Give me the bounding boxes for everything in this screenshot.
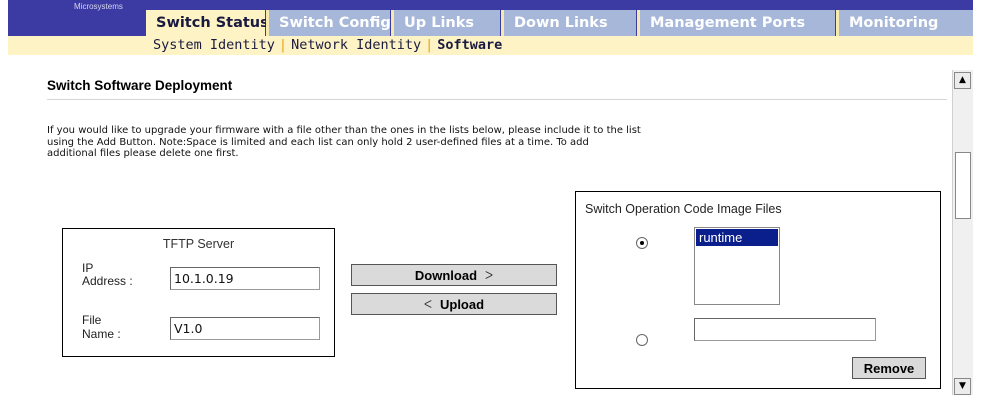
remove-button-label: Remove	[863, 360, 915, 376]
tab-switch-status[interactable]: Switch Status	[146, 10, 269, 36]
download-button-label: Download	[414, 267, 478, 283]
subnav-network-identity[interactable]: Network Identity	[291, 37, 421, 53]
scrollbar-thumb[interactable]	[955, 152, 971, 219]
download-button[interactable]: Download ᐳ	[351, 264, 557, 286]
remove-button[interactable]: Remove	[852, 357, 926, 379]
triangle-up-icon[interactable]: ▲	[954, 72, 971, 89]
subnav-software[interactable]: Software	[437, 37, 502, 53]
subnav-separator: |	[278, 37, 288, 53]
triangle-down-icon[interactable]: ▼	[954, 378, 971, 395]
vertical-scrollbar[interactable]	[952, 70, 973, 395]
image-files-title: Switch Operation Code Image Files	[585, 202, 782, 216]
chevron-left-icon: ᐸ	[423, 298, 432, 311]
custom-file-input[interactable]	[694, 318, 876, 341]
sub-navigation: System Identity | Network Identity | Softwar…	[8, 36, 973, 55]
intro-text: If you would like to upgrade your firmwa…	[47, 125, 847, 160]
ip-label-line2: Address :	[82, 274, 133, 288]
chevron-right-icon: ᐳ	[485, 269, 494, 282]
upload-button[interactable]: ᐸ Upload	[351, 293, 557, 315]
tab-up-links[interactable]: Up Links	[391, 10, 500, 36]
file-label-line2: Name :	[82, 327, 121, 341]
tab-switch-config[interactable]: Switch Config	[266, 10, 391, 36]
intro-line: using the Add Button. Note:Space is limi…	[47, 136, 589, 148]
sub-navigation-links: System Identity | Network Identity | Softwar…	[153, 37, 502, 54]
radio-select-custom[interactable]	[636, 334, 648, 346]
subnav-system-identity[interactable]: System Identity	[153, 37, 275, 53]
tab-management-ports[interactable]: Management Ports	[637, 10, 835, 36]
intro-line: If you would like to upgrade your firmwa…	[47, 125, 641, 136]
file-label-line1: File	[82, 313, 102, 327]
title-divider	[47, 99, 947, 100]
subnav-separator: |	[425, 37, 434, 53]
tftp-server-panel: TFTP Server IP Address : 10.1.0.19 File …	[62, 228, 335, 357]
page-title: Switch Software Deployment	[47, 78, 233, 93]
intro-line: additional files please delete one first…	[47, 148, 239, 159]
image-files-panel: Switch Operation Code Image Files runtim…	[575, 191, 941, 389]
tftp-panel-title: TFTP Server	[162, 237, 235, 251]
tab-down-links[interactable]: Down Links	[501, 10, 636, 36]
image-file-listbox[interactable]: runtime	[694, 227, 780, 305]
brand-logo-text: Microsystems	[74, 2, 123, 11]
tab-monitoring[interactable]: Monitoring	[836, 10, 973, 36]
file-name-input[interactable]: V1.0	[170, 317, 320, 340]
header-bar: Microsystems Switch Status Switch Config…	[0, 0, 981, 55]
upload-button-label: Upload	[439, 296, 485, 312]
radio-select-list[interactable]	[636, 237, 648, 249]
list-item[interactable]: runtime	[696, 229, 778, 246]
ip-address-input[interactable]: 10.1.0.19	[170, 267, 320, 290]
